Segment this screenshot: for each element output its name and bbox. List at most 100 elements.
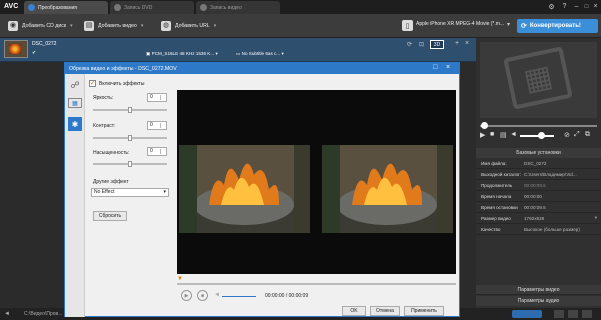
gear-icon[interactable]: ⚙ (547, 2, 556, 11)
checkbox-icon[interactable]: ✔ (32, 50, 36, 56)
slider-thumb[interactable] (128, 161, 132, 167)
file-thumbnail (4, 40, 28, 58)
tab-record[interactable]: Запись видео (196, 1, 280, 14)
seek-thumb[interactable] (481, 122, 488, 129)
social-icon[interactable] (568, 310, 578, 318)
saturation-stepper[interactable]: 0 (147, 147, 167, 156)
minimize-icon[interactable]: – (572, 2, 581, 11)
main-toolbar: ◉ Добавить CD диск ▾ ▤ Добавить видео ▾ ◍ Доб… (0, 14, 601, 38)
add-icon[interactable]: + (455, 40, 459, 47)
audio-params-button[interactable]: Параметры аудио (476, 296, 601, 306)
convert-label: Конвертировать! (529, 23, 581, 29)
file-list-row[interactable]: DSC_0272 ✔ ▣ PCM_S16LE 48 KHz 1536 K... … (0, 38, 476, 62)
social-icon[interactable] (582, 310, 592, 318)
play-icon[interactable]: ▶ (181, 290, 192, 301)
link-icon[interactable]: ⊘ (564, 131, 570, 139)
close-icon[interactable]: × (465, 40, 469, 47)
slider-thumb[interactable] (128, 135, 132, 141)
stop-icon[interactable]: ■ (490, 131, 494, 138)
volume-icon[interactable]: ◄ (214, 292, 220, 298)
prop-value: 00:00:09.5 (524, 182, 546, 188)
prop-row[interactable]: Имя файла: DSC_0272 (476, 158, 601, 169)
contrast-slider[interactable] (93, 135, 167, 141)
slider-thumb[interactable] (128, 107, 132, 113)
prop-value: Высокое (больше размер) (524, 226, 580, 232)
chevron-down-icon: ▾ (163, 189, 166, 195)
volume-slider[interactable] (520, 132, 554, 139)
convert-button[interactable]: ⟳ Конвертировать! (517, 19, 598, 33)
play-icon[interactable]: ▶ (480, 131, 485, 139)
chevron-down-icon: ▾ (70, 23, 73, 29)
share-button[interactable] (512, 310, 542, 318)
crop-icon[interactable]: ⊡ (419, 41, 424, 48)
brightness-slider[interactable] (93, 107, 167, 113)
add-url-button[interactable]: ◍ Добавить URL ▾ (157, 18, 216, 34)
tab-label: Запись видео (210, 4, 242, 11)
close-icon[interactable]: × (591, 2, 600, 11)
social-icon[interactable] (554, 310, 564, 318)
volume-slider[interactable] (222, 296, 256, 297)
effects-icon[interactable]: ☍ (68, 78, 82, 92)
prop-row[interactable]: Выходной каталог: C:\Users\Владимир\Vid..… (476, 169, 601, 180)
convert-icon (28, 4, 35, 11)
contrast-label: Контраст: (93, 123, 116, 129)
prop-row[interactable]: Продолжитель 00:00:09.5 (476, 180, 601, 191)
subtitle-select[interactable]: ▭ No Subtitle 6as c... ▾ (236, 51, 284, 57)
tab-dvd[interactable]: Запись DVD (110, 1, 194, 14)
reset-button[interactable]: Сбросить (93, 211, 127, 221)
prop-key: Выходной каталог: (481, 171, 522, 177)
audio-track-select[interactable]: ▣ PCM_S16LE 48 KHz 1536 K... ▾ (146, 51, 218, 57)
prop-key: Имя файла: (481, 160, 507, 166)
crop-icon[interactable]: ✱ (68, 117, 82, 131)
volume-thumb[interactable] (538, 132, 545, 139)
detach-icon[interactable]: ⧉ (585, 131, 590, 139)
prop-value: DSC_0272 (524, 160, 547, 166)
close-icon[interactable]: × (446, 64, 450, 71)
prop-row[interactable]: Размер видео 1792x828 ▾ (476, 213, 601, 224)
processed-frame (322, 145, 453, 233)
prop-row[interactable]: Качество Высокое (больше размер) (476, 224, 601, 235)
panel-header: Базовые установки (476, 148, 601, 158)
dialog-title: Обрезка видео и эффекты - DSC_0272.MOV (69, 65, 177, 72)
back-icon[interactable]: ◄ (4, 311, 10, 317)
saturation-slider[interactable] (93, 161, 167, 167)
cancel-button[interactable]: Отмена (370, 306, 400, 316)
preview-placeholder: ▦ (480, 42, 597, 118)
video-params-button[interactable]: Параметры видео (476, 285, 601, 295)
effect-select[interactable]: No Effect ▾ (91, 188, 169, 197)
help-icon[interactable]: ? (560, 2, 569, 11)
prop-value: 00:00:00 (524, 193, 542, 199)
maximize-icon[interactable]: □ (582, 2, 591, 11)
enable-effects-checkbox[interactable]: ✓ (89, 80, 96, 87)
ok-button[interactable]: OK (342, 306, 366, 316)
3d-button[interactable]: 3D (430, 40, 444, 49)
profile-select[interactable]: Apple iPhone XR MPEG-4 Movie (*.m... (416, 21, 508, 31)
stop-icon[interactable]: ■ (197, 290, 208, 301)
phone-icon: ▯ (402, 20, 413, 31)
chevron-down-icon[interactable]: ▾ (507, 21, 510, 28)
snapshot-icon[interactable]: ▤ (500, 131, 507, 139)
marker-icon[interactable]: ▼ (177, 276, 183, 282)
timeline-bar[interactable] (177, 283, 456, 285)
watermark-icon[interactable]: ▦ (68, 98, 82, 108)
film-icon: ▤ (84, 21, 94, 31)
seek-bar[interactable] (480, 122, 597, 129)
dvd-icon (114, 4, 121, 11)
volume-icon[interactable]: ◄ (510, 131, 517, 138)
expand-icon[interactable]: ⤢ (574, 131, 580, 139)
maximize-icon[interactable]: □ (433, 64, 437, 71)
brightness-stepper[interactable]: 0 (147, 93, 167, 102)
contrast-stepper[interactable]: 0 (147, 121, 167, 130)
add-url-label: Добавить URL (175, 23, 210, 29)
globe-icon: ◍ (161, 21, 171, 31)
add-cd-button[interactable]: ◉ Добавить CD диск ▾ (4, 18, 73, 34)
refresh-icon[interactable]: ⟳ (407, 41, 412, 48)
prop-row[interactable]: Время остановки 00:00:09.5 (476, 202, 601, 213)
chevron-down-icon: ▾ (594, 215, 597, 220)
add-video-button[interactable]: ▤ Добавить видео ▾ (80, 18, 143, 34)
tab-convert[interactable]: Преобразования (24, 1, 108, 14)
apply-button[interactable]: Применить (404, 306, 444, 316)
prop-key: Время остановки (481, 204, 518, 210)
prop-row[interactable]: Время начала 00:00:00 (476, 191, 601, 202)
effect-select-value: No Effect (94, 189, 115, 195)
